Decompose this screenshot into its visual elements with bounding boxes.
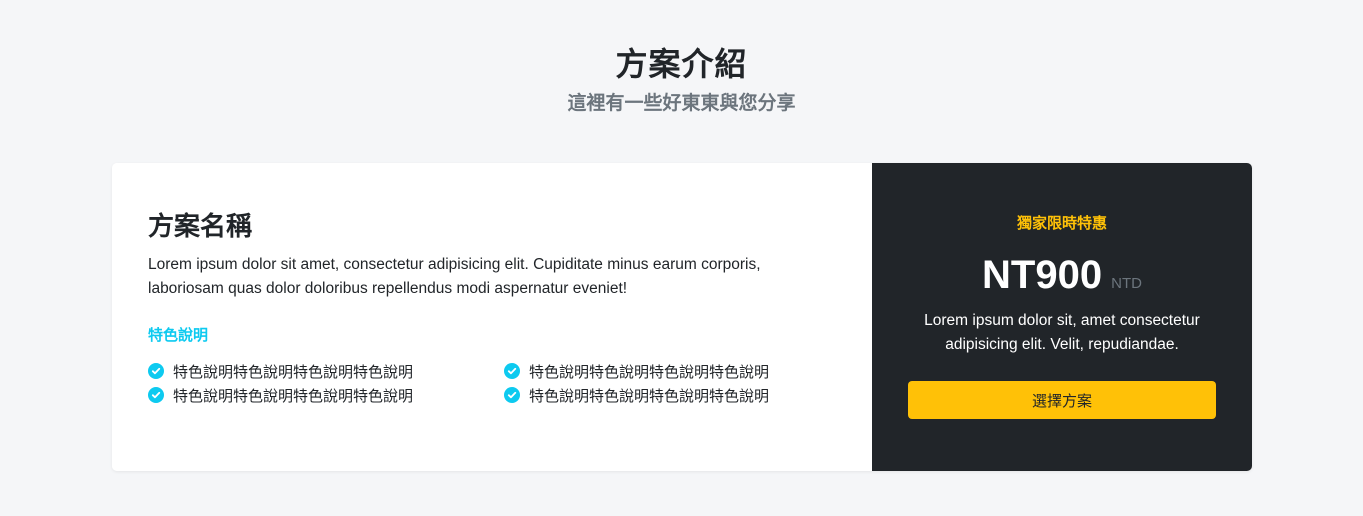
plan-description: Lorem ipsum dolor sit amet, consectetur … xyxy=(148,256,761,297)
feature-text: 特色說明特色說明特色說明特色說明 xyxy=(529,386,770,405)
feature-item: 特色說明特色說明特色說明特色說明 xyxy=(148,383,504,407)
plan-card: 方案名稱 Lorem ipsum dolor sit amet, consect… xyxy=(112,163,1252,471)
pricing-panel: 獨家限時特惠 NT900 NTD Lorem ipsum dolor sit, … xyxy=(872,163,1252,471)
check-circle-icon xyxy=(504,363,520,379)
page-subtitle: 這裡有一些好東東與您分享 xyxy=(567,92,796,114)
select-plan-button[interactable]: 選擇方案 xyxy=(908,381,1216,419)
page-title: 方案介紹 xyxy=(615,45,748,83)
features-title: 特色說明 xyxy=(148,326,209,344)
feature-text: 特色說明特色說明特色說明特色說明 xyxy=(529,362,770,381)
check-circle-icon xyxy=(504,387,520,403)
price-row: NT900 NTD xyxy=(908,249,1216,299)
plan-details: 方案名稱 Lorem ipsum dolor sit amet, consect… xyxy=(112,163,872,471)
feature-item: 特色說明特色說明特色說明特色說明 xyxy=(504,383,804,407)
check-circle-icon xyxy=(148,387,164,403)
feature-item: 特色說明特色說明特色說明特色說明 xyxy=(504,359,804,383)
promo-label: 獨家限時特惠 xyxy=(1016,214,1107,232)
feature-text: 特色說明特色說明特色說明特色說明 xyxy=(173,362,414,381)
section-header: 方案介紹 這裡有一些好東東與您分享 xyxy=(0,44,1363,116)
price-value: NT900 xyxy=(982,253,1103,297)
feature-list: 特色說明特色說明特色說明特色說明 特色說明特色說明特色說明特色說明 特色說明特色… xyxy=(148,359,836,407)
plan-name: 方案名稱 xyxy=(148,212,253,242)
feature-item: 特色說明特色說明特色說明特色說明 xyxy=(148,359,504,383)
pricing-description: Lorem ipsum dolor sit, amet consectetur … xyxy=(924,312,1200,353)
feature-text: 特色說明特色說明特色說明特色說明 xyxy=(173,386,414,405)
check-circle-icon xyxy=(148,363,164,379)
price-currency: NTD xyxy=(1111,275,1142,292)
